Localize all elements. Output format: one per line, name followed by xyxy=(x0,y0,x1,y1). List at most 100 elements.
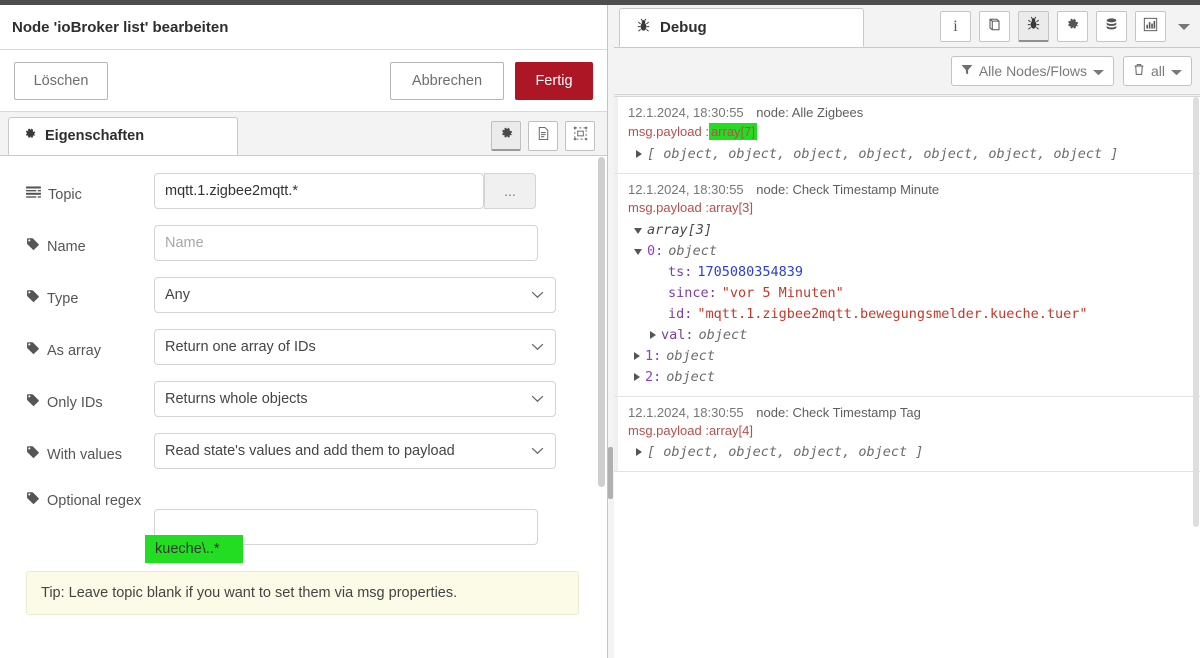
debug-collapsed-preview[interactable]: [ object, object, object, object ] xyxy=(628,442,1190,462)
tree-key: 1: xyxy=(645,347,662,364)
debug-message[interactable]: 12.1.2024, 18:30:55 node: Check Timestam… xyxy=(614,174,1200,397)
config-button[interactable] xyxy=(1057,11,1088,42)
chevron-down-icon xyxy=(531,339,544,355)
debug-property-label: msg.payload : xyxy=(628,124,709,139)
tree-key: ts: xyxy=(668,263,693,280)
node-outline-button[interactable] xyxy=(565,121,595,151)
topic-input[interactable] xyxy=(154,173,484,209)
label-text: As array xyxy=(47,343,101,359)
field-label-type: Type xyxy=(26,277,154,312)
chevron-down-icon xyxy=(531,391,544,407)
dialog-scrollbar-thumb[interactable] xyxy=(598,157,605,487)
label-text: Only IDs xyxy=(47,395,103,411)
filter-funnel-icon xyxy=(961,63,973,79)
info-icon: i xyxy=(953,17,958,35)
debug-collapsed-preview[interactable]: [ object, object, object, object, object… xyxy=(628,144,1190,164)
clear-messages-label: all xyxy=(1150,63,1165,79)
field-row-only-ids: Only IDs Returns whole objects xyxy=(0,381,607,417)
filter-nodes-label: Alle Nodes/Flows xyxy=(978,63,1087,79)
expand-triangle-icon[interactable] xyxy=(634,351,640,360)
tab-debug[interactable]: Debug xyxy=(619,8,864,47)
only-ids-select[interactable]: Returns whole objects xyxy=(154,381,556,417)
dialog-button-bar: Löschen Abbrechen Fertig xyxy=(0,50,607,112)
debug-more-button[interactable] xyxy=(1174,13,1194,41)
only-ids-select-value: Returns whole objects xyxy=(165,391,308,407)
debug-message[interactable]: 12.1.2024, 18:30:55 node: Check Timestam… xyxy=(614,397,1200,472)
bug-icon xyxy=(1026,16,1041,36)
field-row-optional-regex: Optional regex xyxy=(0,487,607,545)
debug-tree-node[interactable]: val: object xyxy=(628,324,1190,345)
tag-icon xyxy=(26,489,40,514)
library-button[interactable] xyxy=(979,11,1010,42)
as-array-select[interactable]: Return one array of IDs xyxy=(154,329,556,365)
label-text: Type xyxy=(47,291,79,307)
collapse-triangle-icon[interactable] xyxy=(634,227,642,234)
field-row-as-array: As array Return one array of IDs xyxy=(0,329,607,365)
debug-message-header: 12.1.2024, 18:30:55 node: Alle Zigbees xyxy=(628,105,1190,120)
tree-value: object xyxy=(668,242,718,259)
tree-key: val: xyxy=(661,326,694,343)
expand-triangle-icon[interactable] xyxy=(636,448,642,456)
field-label-with-values: With values xyxy=(26,433,154,468)
debug-tree-node: ts: 1705080354839 xyxy=(628,261,1190,282)
filter-nodes-dropdown[interactable]: Alle Nodes/Flows xyxy=(950,56,1114,86)
expand-triangle-icon[interactable] xyxy=(650,330,656,339)
field-label-topic: Topic xyxy=(26,173,154,208)
field-label-as-array: As array xyxy=(26,329,154,364)
description-doc-button[interactable] xyxy=(528,121,558,151)
tag-icon xyxy=(26,339,40,364)
tab-label: Eigenschaften xyxy=(45,128,145,144)
debug-message-header: 12.1.2024, 18:30:55 node: Check Timestam… xyxy=(628,405,1190,420)
tab-eigenschaften[interactable]: Eigenschaften xyxy=(8,117,238,155)
done-button[interactable]: Fertig xyxy=(515,61,593,100)
preview-text: [ object, object, object, object ] xyxy=(647,444,924,460)
debug-scrollbar-thumb[interactable] xyxy=(1193,97,1199,527)
debug-property-value: array[3] xyxy=(708,200,754,215)
topic-browse-button[interactable]: ... xyxy=(484,173,536,209)
panel-resize-handle[interactable] xyxy=(608,447,613,499)
debug-message-property: msg.payload : array[7] xyxy=(628,123,1190,140)
debug-tree-node[interactable]: 0: object xyxy=(628,240,1190,261)
cancel-button[interactable]: Abbrechen xyxy=(390,61,504,100)
tag-icon xyxy=(26,287,40,312)
expand-triangle-icon[interactable] xyxy=(636,150,642,158)
delete-button[interactable]: Löschen xyxy=(14,61,108,100)
debug-messages-button[interactable] xyxy=(1018,11,1049,42)
clear-messages-dropdown[interactable]: all xyxy=(1122,56,1192,86)
tree-key: id: xyxy=(668,305,693,322)
with-values-select[interactable]: Read state's values and add them to payl… xyxy=(154,433,556,469)
list-bars-icon xyxy=(26,183,41,208)
dialog-scrollbar[interactable] xyxy=(598,157,605,658)
debug-filter-bar: Alle Nodes/Flows all xyxy=(614,48,1200,95)
type-select-value: Any xyxy=(165,287,190,303)
field-label-only-ids: Only IDs xyxy=(26,381,154,416)
dialog-tabs: Eigenschaften xyxy=(0,112,607,156)
debug-tree-node[interactable]: 2: object xyxy=(628,366,1190,387)
debug-tree-node[interactable]: 1: object xyxy=(628,345,1190,366)
tree-value: object xyxy=(666,368,716,385)
name-input[interactable] xyxy=(154,225,538,261)
context-data-button[interactable] xyxy=(1096,11,1127,42)
debug-message-header: 12.1.2024, 18:30:55 node: Check Timestam… xyxy=(628,182,1190,197)
tree-key: 0: xyxy=(647,242,664,259)
label-text: Name xyxy=(47,239,86,255)
chevron-down-icon xyxy=(531,443,544,459)
tag-icon xyxy=(26,391,40,416)
field-label-optional-regex: Optional regex xyxy=(26,487,154,514)
tree-value: object xyxy=(666,347,716,364)
field-row-type: Type Any xyxy=(0,277,607,313)
dashboard-button[interactable] xyxy=(1135,11,1166,42)
field-control-name xyxy=(154,225,538,261)
gear-icon xyxy=(499,126,514,146)
info-button[interactable]: i xyxy=(940,11,971,42)
expand-triangle-icon[interactable] xyxy=(634,372,640,381)
debug-tree-root[interactable]: array[3] xyxy=(628,219,1190,240)
collapse-triangle-icon[interactable] xyxy=(634,248,642,255)
debug-message[interactable]: 12.1.2024, 18:30:55 node: Alle Zigbees m… xyxy=(614,97,1200,174)
appearance-gear-button[interactable] xyxy=(491,121,521,151)
type-select[interactable]: Any xyxy=(154,277,556,313)
debug-message-list[interactable]: 12.1.2024, 18:30:55 node: Alle Zigbees m… xyxy=(614,96,1200,658)
debug-timestamp: 12.1.2024, 18:30:55 xyxy=(628,182,744,197)
debug-toolbar: i xyxy=(940,11,1194,42)
field-row-with-values: With values Read state's values and add … xyxy=(0,433,607,469)
